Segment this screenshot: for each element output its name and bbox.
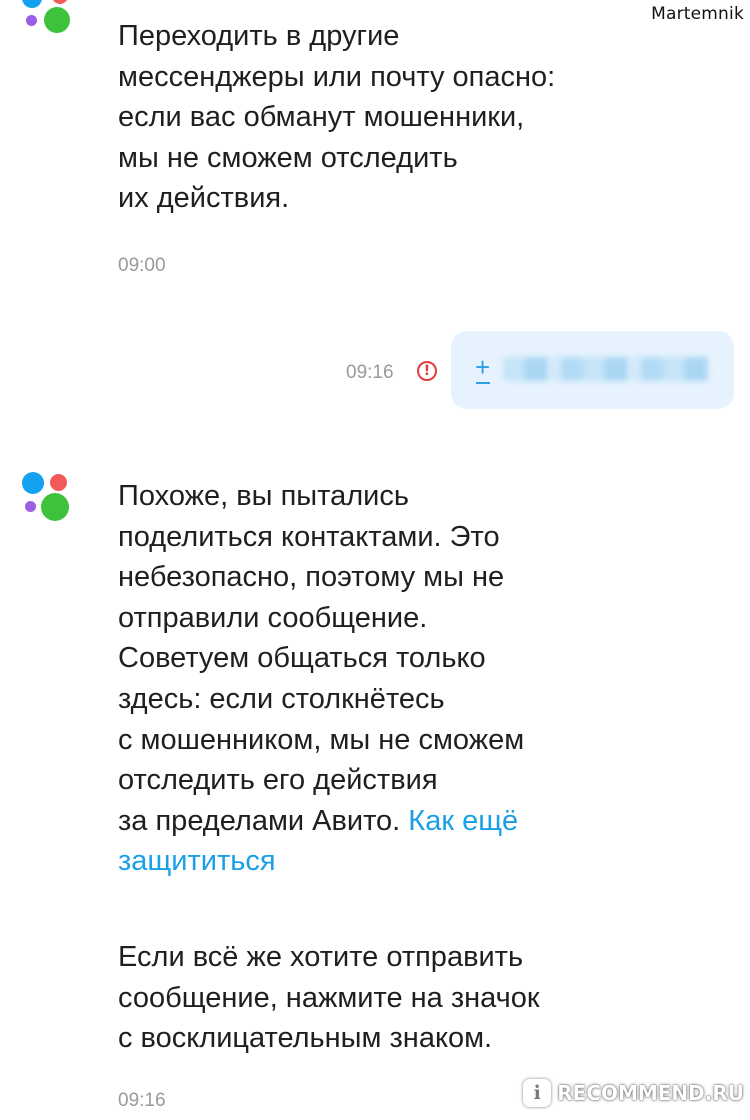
outgoing-message-bubble[interactable]: + [451, 331, 734, 409]
exclamation-circle-icon[interactable]: ! [417, 361, 437, 381]
avito-avatar-icon [22, 0, 74, 40]
incoming-message-text: Похоже, вы пытались поделиться контактам… [118, 476, 678, 882]
redacted-phone-number [503, 357, 709, 381]
message-body: Похоже, вы пытались поделиться контактам… [118, 480, 525, 837]
message-time: 09:16 [118, 1090, 166, 1111]
message-time: 09:00 [118, 255, 166, 276]
recommend-text: RECOMMEND.RU [557, 1081, 744, 1105]
avito-avatar-icon [22, 472, 74, 524]
watermark-recommend: i RECOMMEND.RU [523, 1076, 744, 1110]
incoming-message-text-extra: Если всё же хотите отправить сообщение, … [118, 941, 540, 1055]
incoming-message-text: Переходить в другие мессенджеры или почт… [118, 20, 556, 215]
outgoing-message-time: 09:16 [346, 362, 394, 383]
phone-prefix: + [475, 352, 491, 384]
recommend-logo-icon: i [523, 1079, 552, 1107]
